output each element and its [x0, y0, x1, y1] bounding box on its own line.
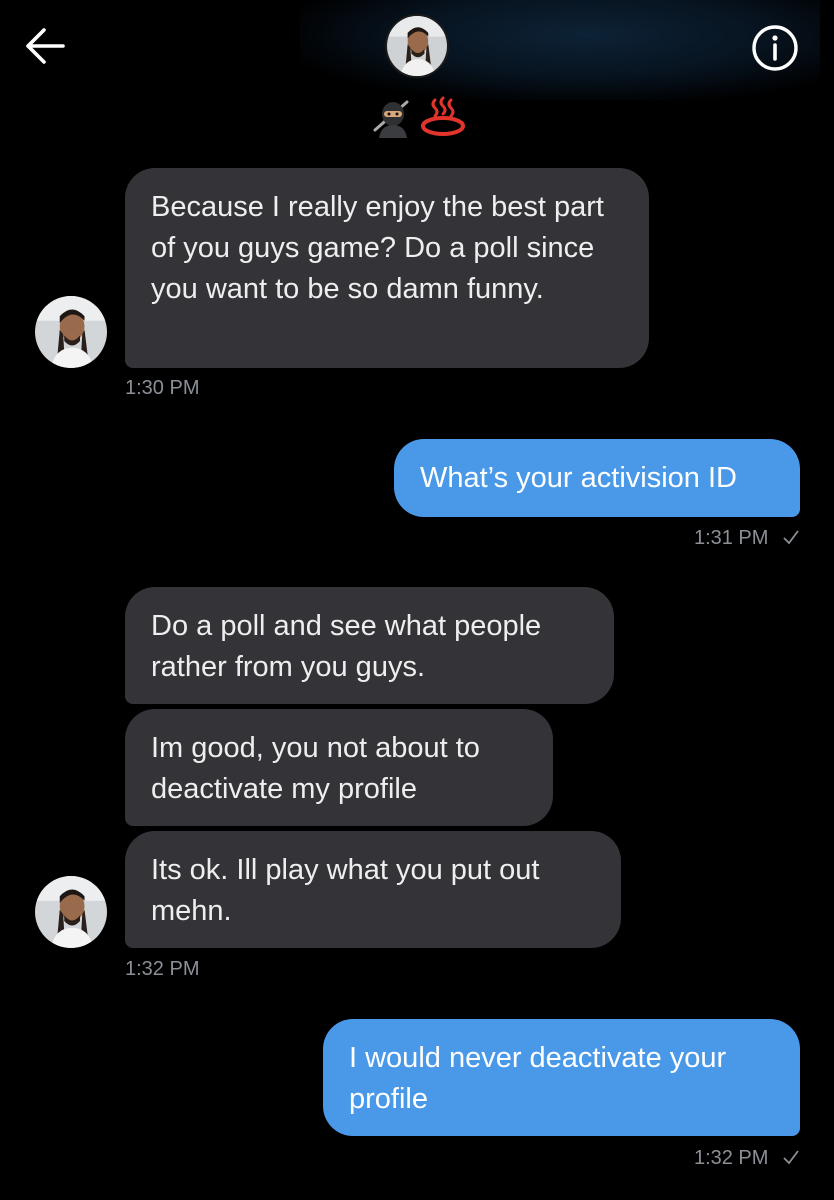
message-text: What’s your activision ID	[420, 462, 737, 494]
sender-avatar[interactable]	[35, 876, 107, 948]
message-text: Im good, you not about to deactivate my …	[151, 732, 480, 805]
ninja-emoji-icon	[373, 100, 409, 138]
message-text: Its ok. Ill play what you put out mehn.	[151, 854, 540, 927]
incoming-message-bubble[interactable]: Its ok. Ill play what you put out mehn.	[125, 831, 621, 948]
outgoing-message-bubble[interactable]: What’s your activision ID	[394, 439, 800, 517]
message-text: I would never deactivate your profile	[349, 1042, 727, 1115]
sender-photo	[35, 296, 107, 368]
incoming-message-bubble[interactable]: Because I really enjoy the best part of …	[125, 168, 649, 368]
checkmark-icon	[783, 530, 799, 545]
message-timestamp: 1:32 PM	[693, 1147, 769, 1169]
checkmark-icon	[783, 1150, 799, 1165]
conversation-header	[0, 0, 834, 150]
hot-springs-emoji-icon	[421, 96, 465, 136]
message-status-row: 1:32 PM	[694, 1147, 800, 1170]
message-timestamp: 1:31 PM	[693, 527, 769, 549]
message-timestamp: 1:30 PM	[125, 377, 200, 399]
incoming-message-bubble[interactable]: Im good, you not about to deactivate my …	[125, 709, 553, 826]
back-button[interactable]	[22, 26, 66, 66]
info-icon	[752, 25, 798, 71]
status-emoji-row	[362, 94, 472, 138]
incoming-message-bubble[interactable]: Do a poll and see what people rather fro…	[125, 587, 614, 704]
contact-photo	[387, 16, 447, 76]
message-text: Because I really enjoy the best part of …	[151, 191, 604, 305]
back-arrow-icon	[26, 28, 65, 64]
sender-photo	[35, 876, 107, 948]
sender-avatar[interactable]	[35, 296, 107, 368]
conversation-info-button[interactable]	[751, 24, 799, 72]
message-status-row: 1:31 PM	[694, 527, 800, 550]
contact-avatar[interactable]	[385, 14, 449, 78]
message-text: Do a poll and see what people rather fro…	[151, 610, 542, 683]
message-timestamp: 1:32 PM	[125, 958, 200, 980]
outgoing-message-bubble[interactable]: I would never deactivate your profile	[323, 1019, 800, 1136]
